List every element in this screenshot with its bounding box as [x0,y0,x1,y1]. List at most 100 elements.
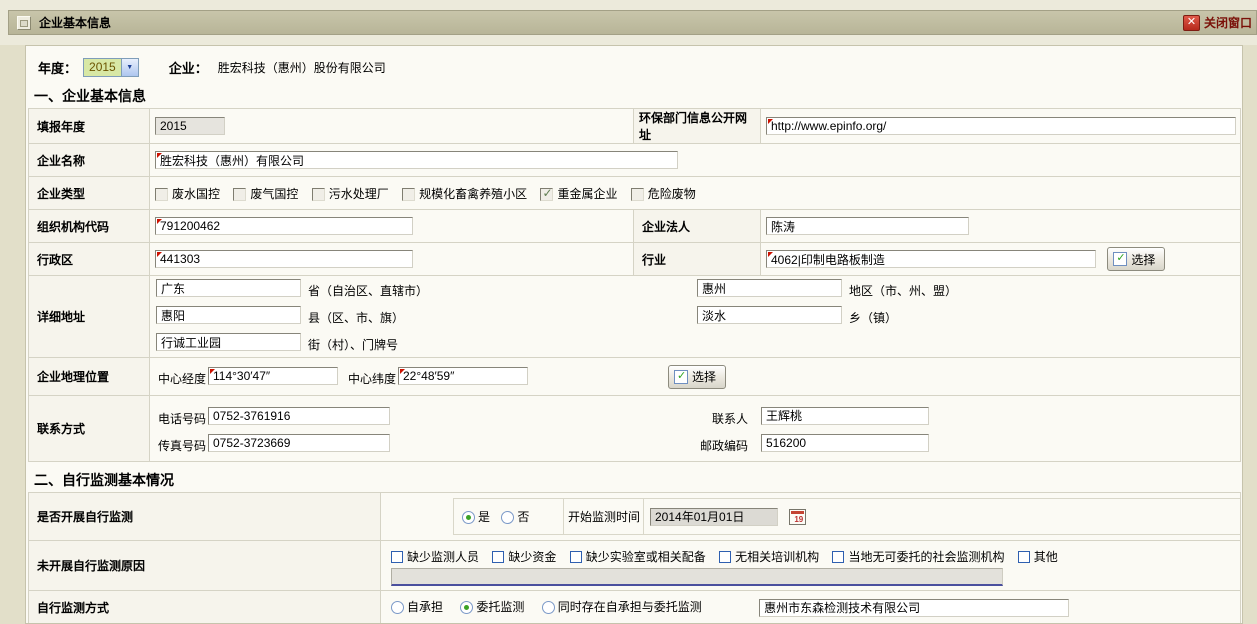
table-row: 填报年度 2015 环保部门信息公开网址 http://www.epinfo.o… [29,109,1241,144]
checkbox-heavy-metal [540,188,553,201]
table-row: 企业地理位置 中心经度 114°30′47″ 中心纬度 22°48′59″ 选择 [29,358,1241,396]
address-town-suffix: 乡（镇） [849,309,897,326]
table-row: 企业类型 废水国控 废气国控 污水处理厂 规模化畜禽养殖小区 重金属企业 危险废… [29,177,1241,210]
start-time-label: 开始监测时间 [564,499,644,535]
address-street-field[interactable]: 行诚工业园 [156,333,301,351]
radio-both[interactable] [542,601,555,614]
section1-heading: 一、企业基本信息 [34,86,1242,105]
close-window-button[interactable]: ✕ 关闭窗口 [1183,14,1252,31]
no-monitoring-reason-label: 未开展自行监测原因 [29,541,381,591]
latitude-label: 中心纬度 [348,370,396,387]
checkbox-option[interactable]: 其他 [1018,550,1058,564]
address-label: 详细地址 [29,276,150,358]
year-select[interactable]: 2015 ▼ [83,58,139,77]
chevron-down-icon[interactable]: ▼ [121,59,138,76]
select-check-icon [1113,252,1127,266]
window-title: 企业基本信息 [39,14,111,31]
checkbox-hazardous-waste [631,188,644,201]
radio-no[interactable] [501,511,514,524]
radio-option-both[interactable]: 同时存在自承担与委托监测 [542,600,702,614]
contact-line: 传真号码 0752-3723669 邮政编码 516200 [150,429,1240,456]
table-row: 未开展自行监测原因 缺少监测人员 缺少资金 缺少实验室或相关配备 无相关培训机构… [29,541,1241,591]
checkbox-option: 废气国控 [233,187,298,201]
table-row: 是否开展自行监测 是 否 开始监测时间 2014年01月01日 [29,493,1241,541]
report-year-field: 2015 [155,117,225,135]
latitude-field[interactable]: 22°48′59″ [398,367,528,385]
checkbox-no-funds[interactable] [492,551,504,563]
company-label: 企业： [169,58,208,77]
radio-self-undertake[interactable] [391,601,404,614]
longitude-label: 中心经度 [158,370,206,387]
address-county-suffix: 县（区、市、旗） [308,309,404,326]
address-province-suffix: 省（自治区、直辖市） [308,282,428,299]
checkbox-other[interactable] [1018,551,1030,563]
checkbox-no-agency[interactable] [832,551,844,563]
address-line: 广东 省（自治区、直辖市） 惠州 地区（市、州、盟） [150,276,1240,303]
close-x-icon[interactable]: ✕ [1183,15,1200,31]
checkbox-no-staff[interactable] [391,551,403,563]
checkbox-option[interactable]: 缺少资金 [492,550,556,564]
checkbox-option: 重金属企业 [540,187,617,201]
geo-select-button[interactable]: 选择 [668,365,726,389]
radio-option-entrust[interactable]: 委托监测 [460,600,524,614]
radio-entrusted[interactable] [460,601,473,614]
close-window-label[interactable]: 关闭窗口 [1204,14,1252,31]
year-select-value[interactable]: 2015 [84,60,121,74]
radio-option-no[interactable]: 否 [501,510,529,524]
legal-person-field[interactable]: 陈涛 [766,217,969,235]
checkbox-option[interactable]: 当地无可委托的社会监测机构 [832,550,1004,564]
address-town-field[interactable]: 淡水 [697,306,842,324]
start-date-field: 2014年01月01日 [650,508,778,526]
org-code-field[interactable]: 791200462 [155,217,413,235]
calendar-icon[interactable] [789,509,806,525]
contact-person-field[interactable]: 王辉桃 [761,407,929,425]
address-street-suffix: 街（村）、门牌号 [308,336,398,353]
longitude-field[interactable]: 114°30′47″ [208,367,338,385]
other-reason-field [391,568,1003,586]
zip-field[interactable]: 516200 [761,434,929,452]
report-year-label: 填报年度 [29,109,150,144]
conduct-inner-table: 是 否 开始监测时间 2014年01月01日 [453,498,1241,535]
year-company-bar: 年度： 2015 ▼ 企业： 胜宏科技（惠州）股份有限公司 [26,46,1242,82]
industry-field[interactable]: 4062|印制电路板制造 [766,250,1096,268]
contact-line: 电话号码 0752-3761916 联系人 王辉桃 [150,402,1240,429]
address-city-field[interactable]: 惠州 [697,279,842,297]
radio-option-self[interactable]: 自承担 [391,600,443,614]
phone-field[interactable]: 0752-3761916 [208,407,390,425]
conduct-monitoring-label: 是否开展自行监测 [29,493,381,541]
table-row: 行政区 441303 行业 4062|印制电路板制造 选择 [29,243,1241,276]
fax-label: 传真号码 [158,437,206,454]
address-line: 行诚工业园 街（村）、门牌号 [150,330,1240,357]
address-province-field[interactable]: 广东 [156,279,301,297]
legal-person-label: 企业法人 [634,210,761,243]
org-code-label: 组织机构代码 [29,210,150,243]
checkbox-no-training[interactable] [719,551,731,563]
checkbox-no-lab[interactable] [570,551,582,563]
zip-label: 邮政编码 [700,437,748,454]
admin-region-field[interactable]: 441303 [155,250,413,268]
checkbox-option[interactable]: 缺少监测人员 [391,550,479,564]
checkbox-livestock [402,188,415,201]
checkbox-wastewater [155,188,168,201]
address-line: 惠阳 县（区、市、旗） 淡水 乡（镇） [150,303,1240,330]
agency-name-field[interactable]: 惠州市东森检测技术有限公司 [759,599,1069,617]
admin-region-label: 行政区 [29,243,150,276]
checkbox-option: 污水处理厂 [312,187,389,201]
year-label: 年度： [38,58,77,77]
checkbox-option[interactable]: 无相关培训机构 [719,550,819,564]
phone-label: 电话号码 [158,410,206,427]
checkbox-option: 危险废物 [631,187,696,201]
fax-field[interactable]: 0752-3723669 [208,434,390,452]
checkbox-wastegas [233,188,246,201]
epinfo-url-field[interactable]: http://www.epinfo.org/ [766,117,1236,135]
radio-yes[interactable] [462,511,475,524]
company-name-field[interactable]: 胜宏科技（惠州）有限公司 [155,151,678,169]
address-county-field[interactable]: 惠阳 [156,306,301,324]
company-name-label: 企业名称 [29,144,150,177]
radio-option-yes[interactable]: 是 [462,510,490,524]
industry-select-button[interactable]: 选择 [1107,247,1165,271]
epinfo-url-label: 环保部门信息公开网址 [634,109,761,144]
geo-label: 企业地理位置 [29,358,150,396]
reason-options: 缺少监测人员 缺少资金 缺少实验室或相关配备 无相关培训机构 当地无可委托的社会… [391,548,1236,565]
checkbox-option[interactable]: 缺少实验室或相关配备 [570,550,706,564]
